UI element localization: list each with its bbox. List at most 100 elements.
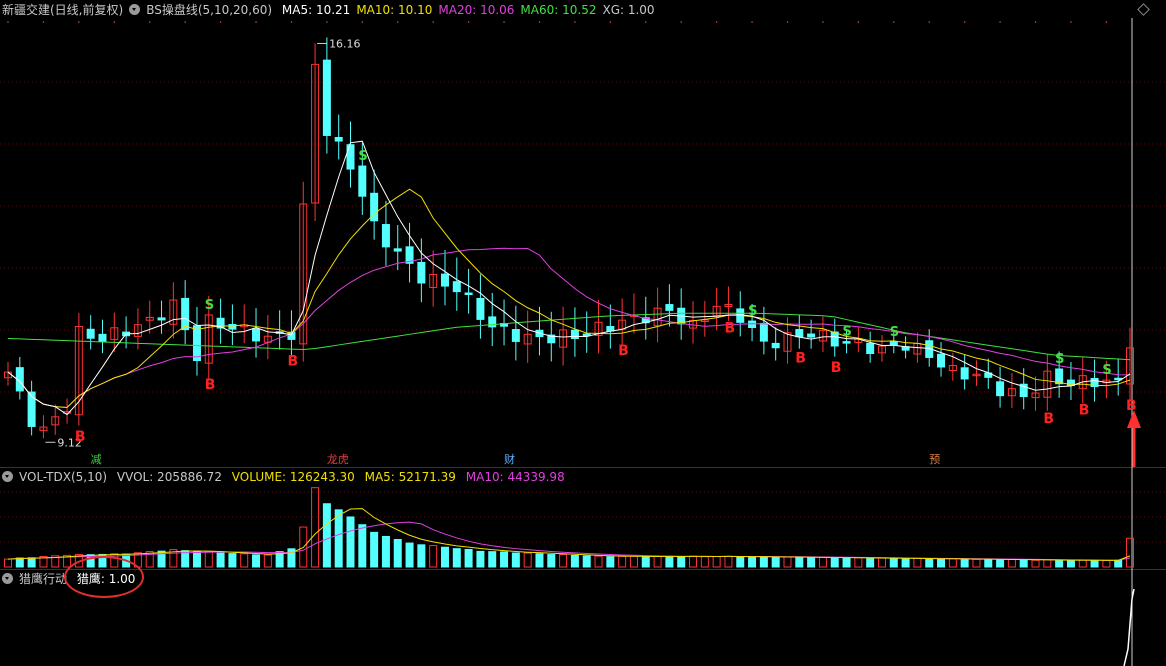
top-marker — [822, 21, 824, 23]
top-marker — [680, 21, 682, 23]
volume-bar — [724, 555, 733, 568]
volume-bar — [464, 548, 473, 568]
sell-signal: S — [1055, 352, 1064, 367]
volume-bar — [582, 555, 591, 568]
indicator2-title: 猎鹰行动 — [19, 572, 68, 586]
candle-body — [27, 391, 36, 427]
volume-bar — [712, 555, 721, 568]
volume-bar — [216, 552, 225, 568]
top-marker — [928, 21, 931, 23]
buy-signal: B — [1043, 411, 1054, 427]
buy-signal: B — [831, 360, 842, 376]
volume-bar — [452, 548, 461, 568]
buy-signal: B — [287, 353, 298, 369]
volume-bar — [665, 555, 674, 568]
high-label: 16.16 — [329, 37, 361, 50]
top-marker — [42, 21, 45, 23]
candle-body — [98, 333, 107, 342]
top-marker — [78, 21, 80, 23]
candle-body — [1055, 368, 1064, 385]
ma-legend: MA5: 10.21 MA10: 10.10 MA20: 10.06 MA60: 10… — [282, 3, 661, 17]
indicator2-menu-icon[interactable] — [2, 573, 13, 584]
volume-bar — [240, 553, 249, 568]
volume-bar — [759, 556, 768, 568]
volume-bar — [393, 539, 402, 568]
event-tag: 预 — [929, 453, 940, 466]
volume-label: VOLUME: 126243.30 — [231, 470, 355, 484]
candle-body — [606, 326, 615, 332]
top-marker — [574, 21, 576, 23]
highlight-ellipse — [64, 556, 144, 598]
volume-bar — [4, 558, 12, 568]
candle-body — [759, 322, 768, 342]
top-marker — [609, 21, 612, 23]
volume-bar — [535, 553, 544, 568]
volume-bar — [263, 554, 272, 568]
candle-body — [192, 325, 201, 362]
volume-bar — [700, 556, 709, 568]
candle-body — [960, 367, 969, 380]
top-marker — [255, 21, 257, 23]
volume-bar — [334, 509, 343, 568]
indicator-chart[interactable] — [0, 569, 1166, 666]
volume-bar — [925, 558, 934, 568]
sell-signal: S — [1102, 363, 1111, 378]
volume-bar — [901, 558, 910, 568]
volume-bar — [311, 487, 320, 568]
vol-ma5-label: MA5: 52171.39 — [364, 470, 456, 484]
vol-ma10-label: MA10: 44339.98 — [465, 470, 565, 484]
volume-bar — [783, 556, 792, 568]
volume-bar — [689, 555, 698, 568]
top-marker — [963, 21, 966, 23]
candle-body — [866, 342, 875, 354]
volume-bar — [889, 557, 898, 568]
candle-body — [86, 328, 95, 339]
top-marker — [148, 21, 151, 23]
candle-body — [795, 329, 804, 338]
indicator-menu-icon[interactable] — [129, 4, 141, 15]
ma-legend-item: XG: 1.00 — [602, 3, 655, 17]
volume-bar — [1055, 559, 1064, 568]
volume-panel[interactable]: VOL-TDX(5,10) VVOL: 205886.72 VOLUME: 12… — [0, 467, 1166, 569]
sell-signal: S — [890, 325, 899, 340]
buy-signal: B — [618, 343, 629, 359]
volume-menu-icon[interactable] — [2, 471, 13, 482]
candle-body — [771, 342, 780, 349]
volume-bar — [795, 556, 804, 568]
volume-bar — [1019, 559, 1028, 568]
top-marker — [113, 21, 116, 23]
volume-bar — [594, 555, 603, 568]
candle-body — [511, 329, 520, 342]
top-marker — [538, 21, 541, 23]
price-panel[interactable]: 16.16 9.12 B B B B B B B B B B S S S S S S S 减龙虎财预 新疆交建(日线,… — [0, 0, 1166, 467]
buy-signal: B — [724, 320, 735, 336]
sell-signal: S — [748, 304, 757, 319]
candle-body — [488, 316, 497, 328]
candle-body — [476, 297, 485, 320]
volume-bar — [606, 556, 615, 568]
volume-bar — [996, 559, 1005, 568]
top-marker — [892, 21, 895, 23]
volume-bar — [771, 556, 780, 568]
indicator-panel[interactable]: 猎鹰行动 猎鹰: 1.00 — [0, 569, 1166, 666]
volume-bar — [1078, 559, 1087, 568]
top-marker — [999, 21, 1001, 23]
ma-legend-item: MA5: 10.21 — [281, 3, 351, 17]
candle-body — [452, 281, 461, 293]
top-marker — [7, 21, 9, 23]
candle-body — [464, 292, 473, 296]
volume-bar — [972, 558, 981, 568]
volume-bar — [559, 554, 568, 568]
volume-bar — [1102, 559, 1111, 568]
volume-bar — [192, 551, 201, 568]
candle-body — [358, 165, 367, 197]
buy-signal: B — [795, 351, 806, 367]
volume-bar — [629, 555, 638, 568]
price-chart[interactable]: 16.169.12BBBBBBBBB BSSSS SSS减 龙虎财预 — [0, 0, 1166, 467]
vol-title: VOL-TDX(5,10) — [19, 470, 108, 484]
volume-bar — [346, 516, 355, 568]
candle-body — [842, 341, 851, 344]
volume-bar — [653, 555, 662, 568]
top-marker — [290, 21, 293, 23]
candle-body — [157, 317, 166, 321]
